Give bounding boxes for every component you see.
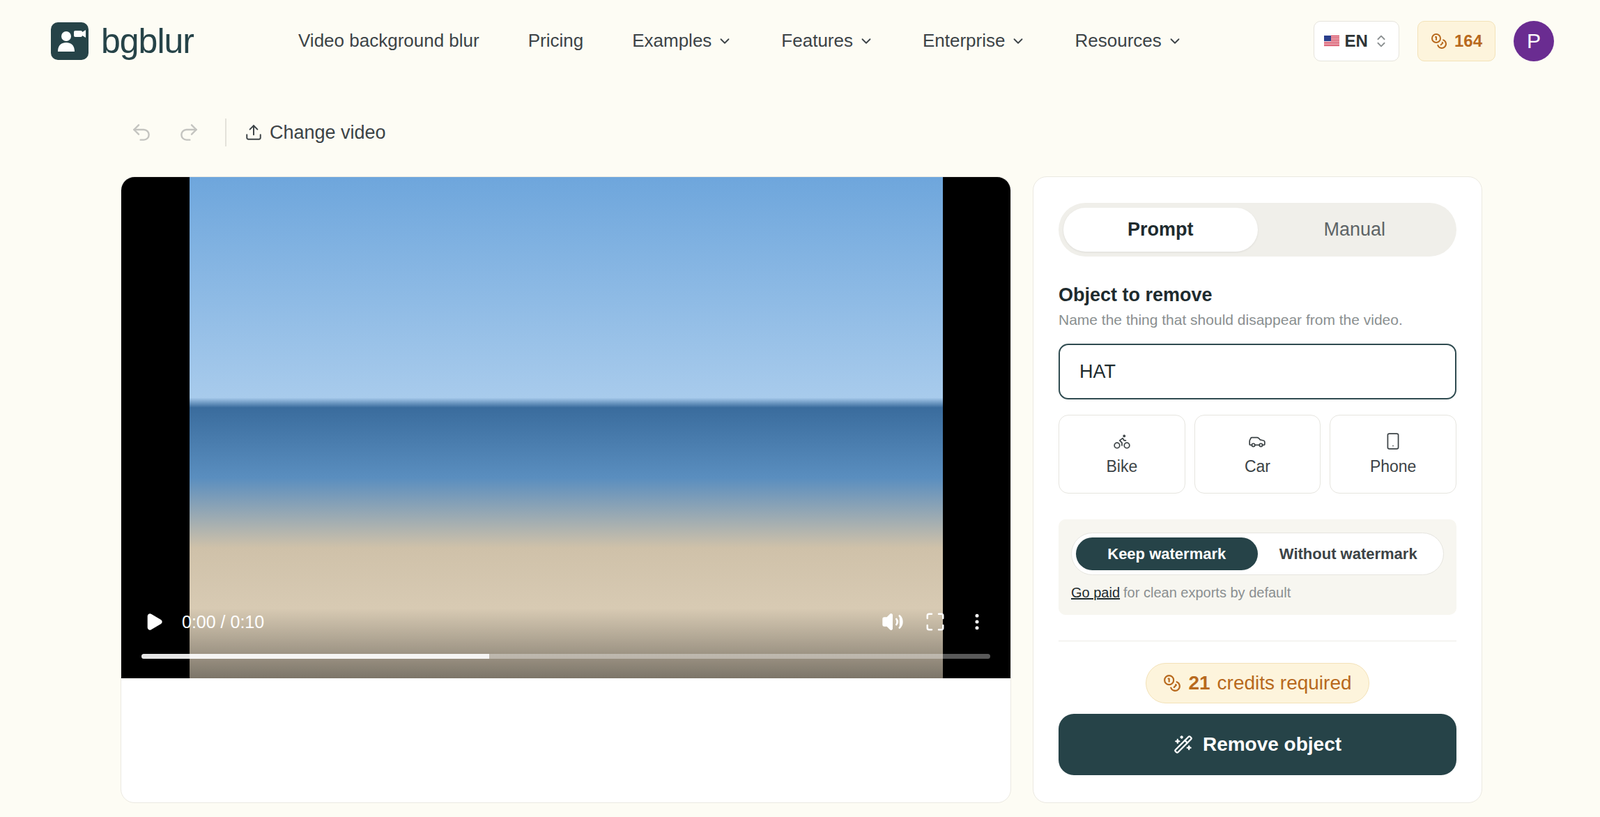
logo[interactable]: bgblur [50, 20, 194, 62]
header-actions: EN 164 P [1313, 20, 1555, 62]
mode-tab[interactable]: Manual [1257, 207, 1453, 252]
video-frame [189, 177, 943, 679]
play-icon [144, 611, 164, 632]
upload-icon [244, 123, 263, 142]
nav-item[interactable]: Pricing [528, 29, 584, 52]
nav-item[interactable]: Enterprise [922, 29, 1027, 52]
bike-icon [1112, 432, 1132, 451]
video-player[interactable]: 0:00 / 0:10 [121, 177, 1011, 679]
redo-icon [177, 121, 200, 144]
logo-icon [50, 22, 89, 60]
credits-label: credits required [1217, 671, 1352, 695]
controls-row: 0:00 / 0:10 [141, 607, 991, 636]
logo-text[interactable]: bgblur [101, 20, 194, 62]
field-hint: Name the thing that should disappear fro… [1058, 311, 1457, 329]
preset-button[interactable]: Bike [1058, 414, 1186, 494]
preset-button[interactable]: Phone [1329, 414, 1457, 494]
language-select[interactable]: EN [1313, 20, 1400, 62]
nav-item[interactable]: Video background blur [298, 29, 480, 52]
chevrons-up-down-icon [1373, 33, 1389, 49]
chevron-down-icon [1010, 33, 1026, 49]
us-flag-icon [1324, 35, 1340, 46]
credit-balance[interactable]: 164 [1417, 20, 1496, 62]
video-controls: 0:00 / 0:10 [121, 607, 1011, 679]
remove-object-button[interactable]: Remove object [1058, 713, 1457, 775]
header: bgblur Video background blur Pricing Exampl… [0, 0, 1600, 82]
watermark-box: Keep watermarkWithout watermark Go paidfo… [1058, 519, 1457, 615]
watermark-toggle: Keep watermarkWithout watermark [1071, 532, 1444, 575]
progress-track[interactable] [141, 653, 991, 659]
user-avatar[interactable]: P [1513, 20, 1555, 62]
cost-row: 21 credits required [1058, 662, 1457, 704]
nav-item[interactable]: Features [781, 29, 874, 52]
video-card: 0:00 / 0:10 [120, 176, 1012, 803]
preset-button[interactable]: Car [1194, 414, 1322, 494]
editor-toolbar: Change video [120, 114, 1483, 150]
coins-icon [1163, 673, 1182, 692]
fullscreen-button[interactable] [921, 608, 949, 635]
coins-icon [1430, 32, 1448, 50]
toolbar-divider [225, 118, 227, 147]
go-paid-link[interactable]: Go paid [1071, 584, 1120, 600]
object-input[interactable] [1058, 343, 1457, 400]
credits-required: 21 credits required [1145, 662, 1369, 704]
watermark-note: Go paidfor clean exports by default [1071, 584, 1444, 601]
preset-list: BikeCarPhone [1058, 414, 1457, 494]
fullscreen-icon [924, 611, 946, 633]
editor: 0:00 / 0:10 PromptManual Object to remove N… [120, 176, 1483, 803]
remove-panel: PromptManual Object to remove Name the thi… [1032, 176, 1483, 803]
chevron-down-icon [1167, 33, 1183, 49]
wand-icon [1173, 734, 1194, 755]
phone-icon [1383, 432, 1403, 451]
nav-item[interactable]: Resources [1074, 29, 1182, 52]
nav-item[interactable]: Examples [632, 29, 733, 52]
page: bgblur Video background blur Pricing Exampl… [0, 0, 1600, 817]
panel-divider [1058, 640, 1457, 642]
main-nav: Video background blur Pricing Examples Feat… [298, 29, 1183, 52]
volume-icon [881, 610, 904, 633]
undo-icon [130, 121, 153, 144]
undo-button[interactable] [130, 121, 153, 144]
watermark-option[interactable]: Without watermark [1257, 537, 1440, 571]
car-icon [1248, 432, 1267, 451]
more-icon [966, 611, 988, 633]
main: Change video 0:00 / 0:10 PromptManual Objec… [0, 114, 1600, 803]
watermark-option[interactable]: Keep watermark [1075, 537, 1258, 571]
change-video-button[interactable]: Change video [244, 121, 387, 144]
field-label: Object to remove [1058, 284, 1457, 306]
mode-tabs: PromptManual [1058, 202, 1457, 257]
redo-button[interactable] [177, 121, 200, 144]
play-button[interactable] [141, 609, 167, 635]
more-button[interactable] [963, 608, 991, 635]
volume-button[interactable] [878, 607, 907, 636]
progress-fill [141, 653, 490, 659]
time-display: 0:00 / 0:10 [181, 611, 265, 633]
mode-tab[interactable]: Prompt [1063, 207, 1258, 252]
chevron-down-icon [717, 33, 733, 49]
chevron-down-icon [858, 33, 874, 49]
credits-amount: 21 [1188, 671, 1210, 695]
